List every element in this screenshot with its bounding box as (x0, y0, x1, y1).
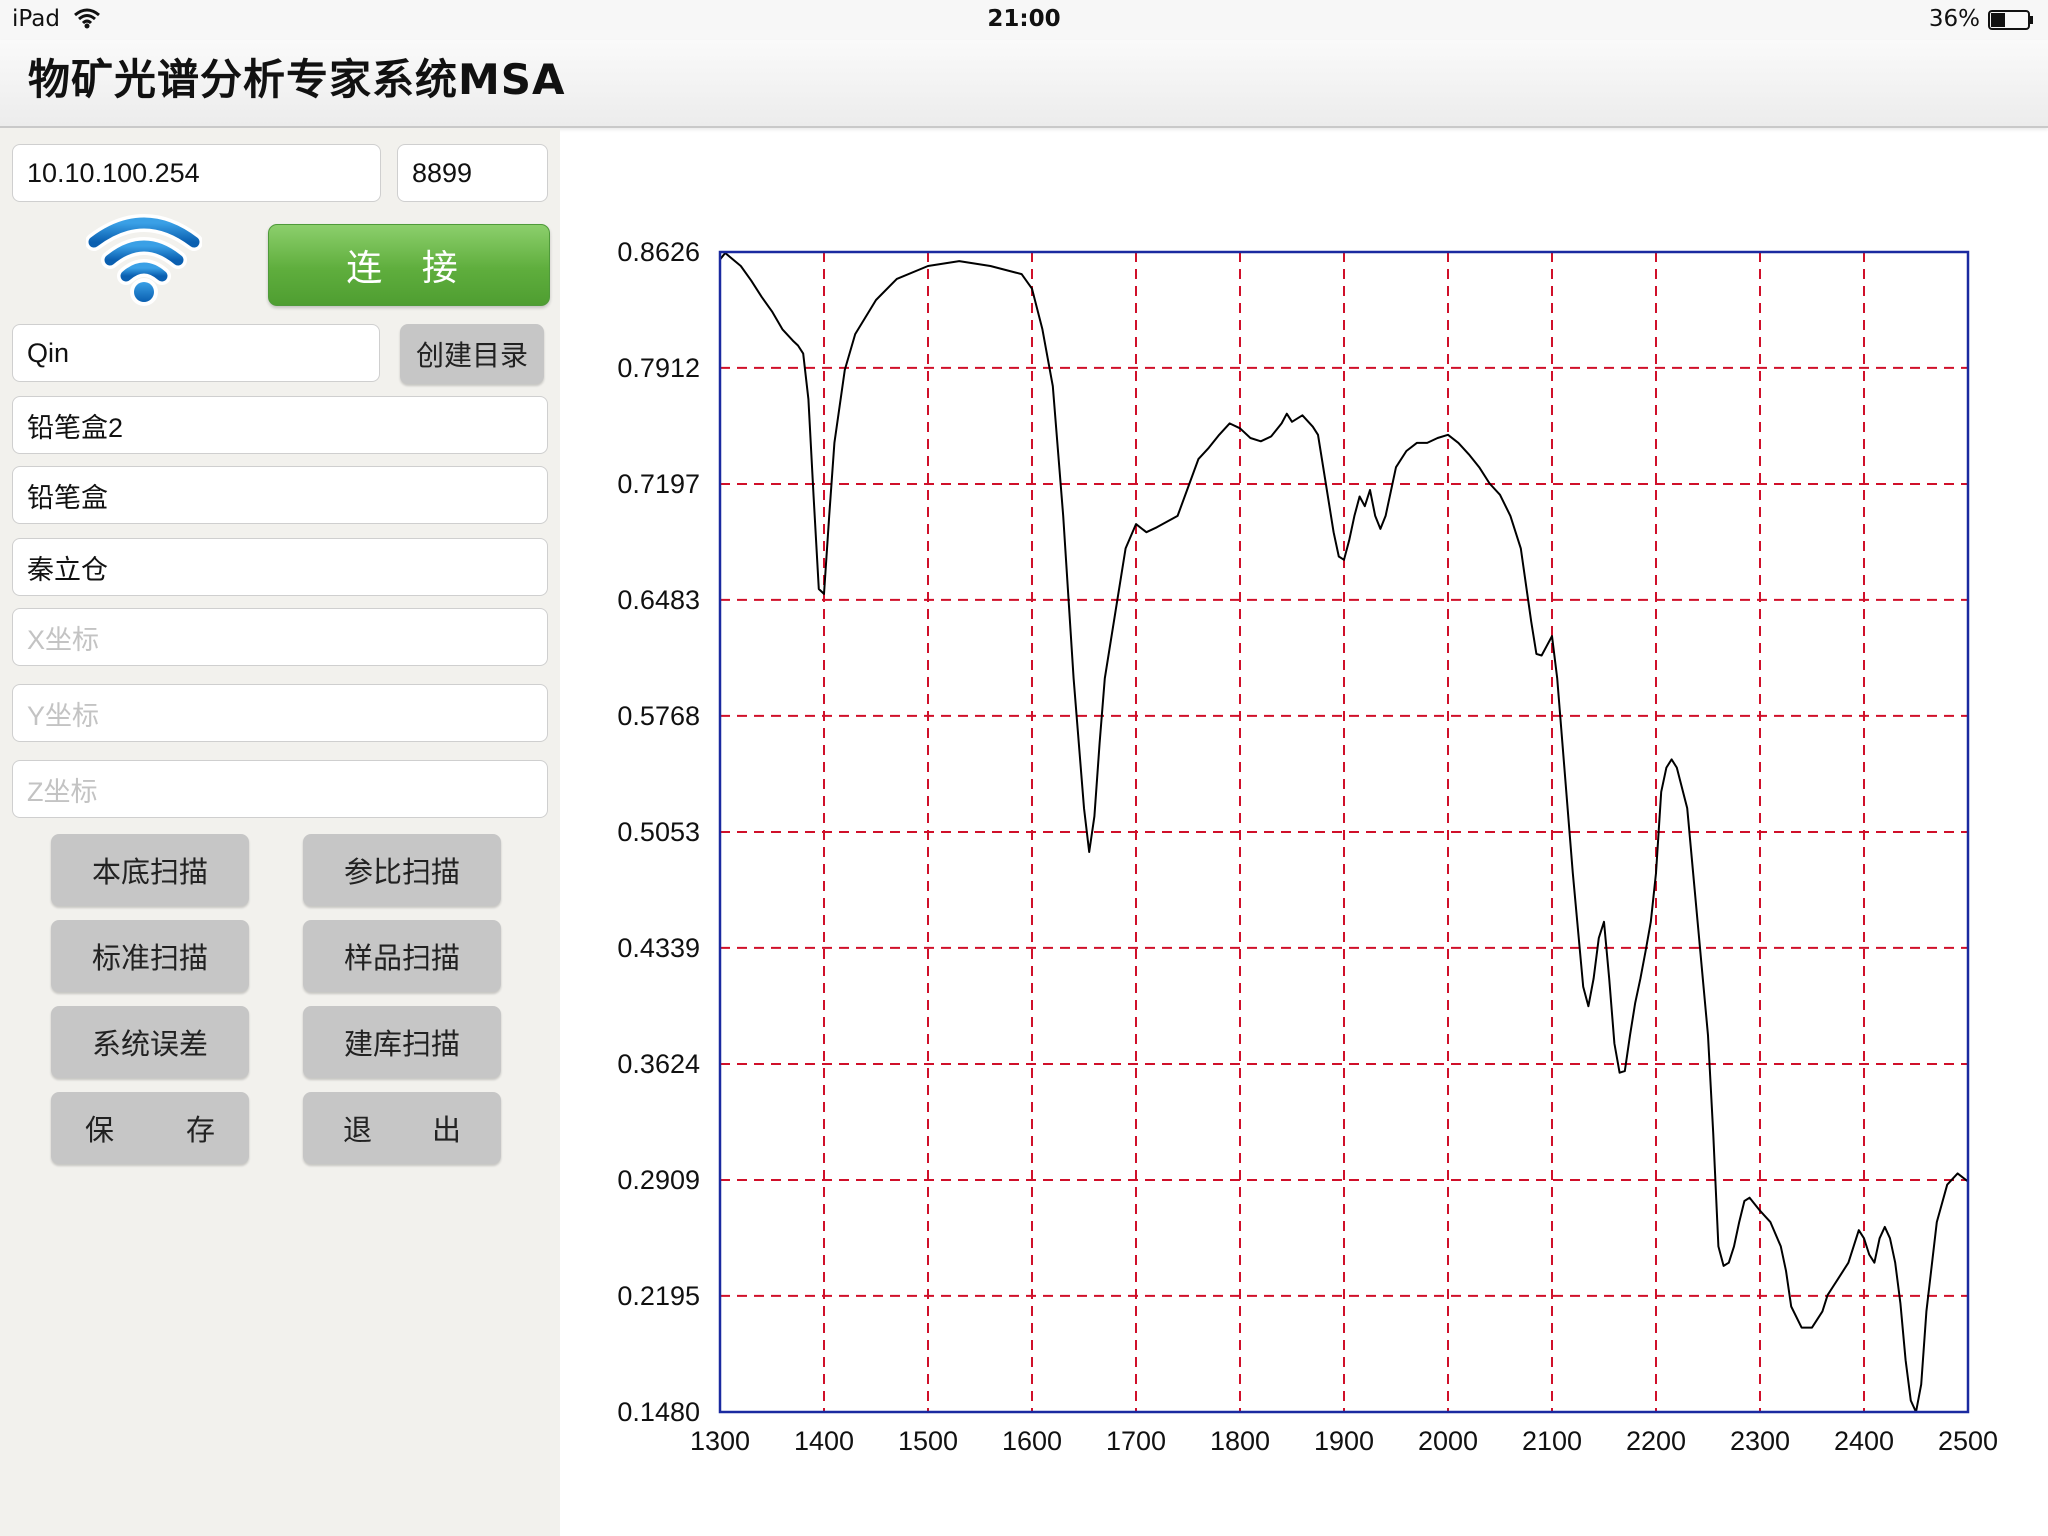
background-scan-button[interactable]: 本底扫描 (51, 834, 249, 906)
y-tick-label: 0.7912 (617, 353, 700, 383)
z-coordinate-input[interactable]: Z坐标 (12, 760, 548, 818)
port-input[interactable]: 8899 (397, 144, 548, 202)
x-tick-label: 2500 (1938, 1426, 1998, 1456)
save-button[interactable]: 保 存 (51, 1092, 249, 1164)
battery-percent: 36% (1928, 6, 1980, 32)
x-tick-label: 1400 (794, 1426, 854, 1456)
x-tick-label: 2200 (1626, 1426, 1686, 1456)
x-tick-label: 1600 (1002, 1426, 1062, 1456)
exit-button[interactable]: 退 出 (303, 1092, 501, 1164)
app-title: 物矿光谱分析专家系统MSA (28, 55, 566, 104)
x-coordinate-input[interactable]: X坐标 (12, 608, 548, 666)
x-tick-label: 1700 (1106, 1426, 1166, 1456)
status-bar: iPad 21:00 36% (0, 0, 2048, 40)
y-tick-label: 0.2909 (617, 1165, 700, 1195)
y-tick-label: 0.4339 (617, 933, 700, 963)
x-tick-label: 1300 (690, 1426, 750, 1456)
y-tick-label: 0.1480 (617, 1397, 700, 1427)
sample-field-1[interactable]: 铅笔盒2 (12, 396, 548, 454)
x-tick-label: 2000 (1418, 1426, 1478, 1456)
y-tick-label: 0.5053 (617, 817, 700, 847)
create-directory-button[interactable]: 创建目录 (400, 324, 544, 384)
connect-button[interactable]: 连 接 (268, 224, 550, 306)
operator-field[interactable]: 秦立仓 (12, 538, 548, 596)
spectrum-chart: 0.8626 0.7912 0.7197 0.6483 0.5768 0.5053 0.43… (617, 237, 1998, 1456)
standard-scan-button[interactable]: 标准扫描 (51, 920, 249, 992)
y-tick-label: 0.2195 (617, 1281, 700, 1311)
sample-scan-button[interactable]: 样品扫描 (303, 920, 501, 992)
y-tick-label: 0.3624 (617, 1049, 700, 1079)
reference-scan-button[interactable]: 参比扫描 (303, 834, 501, 906)
system-error-button[interactable]: 系统误差 (51, 1006, 249, 1078)
x-tick-label: 1500 (898, 1426, 958, 1456)
clock: 21:00 (987, 6, 1061, 32)
wifi-connection-icon (86, 214, 202, 306)
battery-icon (1988, 10, 2033, 30)
sample-field-2[interactable]: 铅笔盒 (12, 466, 548, 524)
ip-address-input[interactable]: 10.10.100.254 (12, 144, 381, 202)
y-coordinate-input[interactable]: Y坐标 (12, 684, 548, 742)
x-tick-label: 1800 (1210, 1426, 1270, 1456)
control-panel: 10.10.100.254 8899 连 接 Qin 创建目录 铅笔盒2 铅笔盒… (0, 128, 560, 1536)
library-scan-button[interactable]: 建库扫描 (303, 1006, 501, 1078)
x-tick-label: 2300 (1730, 1426, 1790, 1456)
y-tick-label: 0.8626 (617, 237, 700, 267)
y-tick-label: 0.5768 (617, 701, 700, 731)
directory-name-input[interactable]: Qin (12, 324, 380, 382)
exit-label-right: 出 (431, 1113, 461, 1147)
navigation-bar: 物矿光谱分析专家系统MSA (0, 40, 2048, 128)
save-label-left: 保 (85, 1113, 115, 1147)
x-tick-label: 1900 (1314, 1426, 1374, 1456)
y-tick-label: 0.6483 (617, 585, 700, 615)
x-tick-label: 2100 (1522, 1426, 1582, 1456)
x-tick-label: 2400 (1834, 1426, 1894, 1456)
save-label-right: 存 (185, 1113, 215, 1147)
y-tick-label: 0.7197 (617, 469, 700, 499)
exit-label-left: 退 (343, 1113, 373, 1147)
